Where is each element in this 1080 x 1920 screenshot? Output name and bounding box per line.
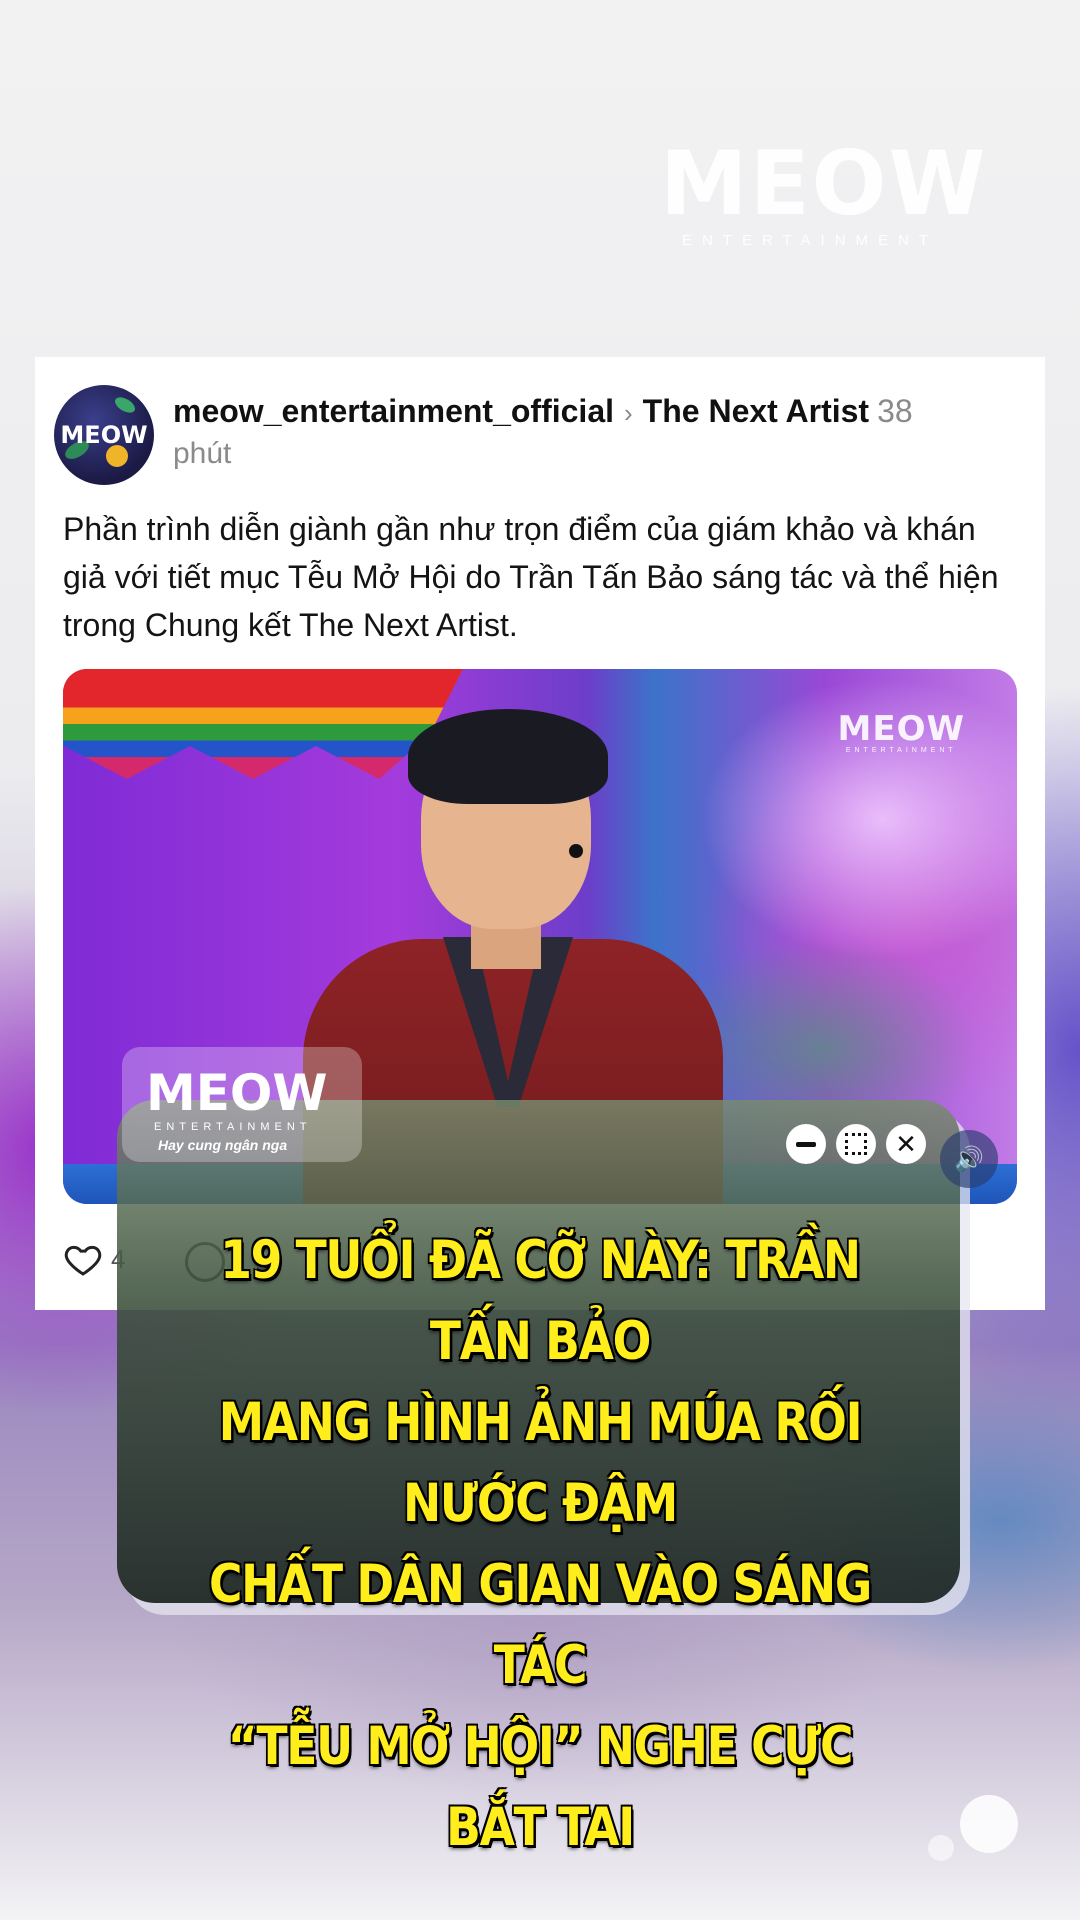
decorative-bubble (960, 1795, 1018, 1853)
overlay-lyric: Hay cung ngân nga (158, 1137, 288, 1153)
decorative-bubble (928, 1835, 954, 1861)
channel-link[interactable]: The Next Artist (643, 393, 869, 429)
headset-mic (569, 844, 583, 858)
avatar[interactable]: MEOW (54, 385, 154, 485)
speaker-icon[interactable]: 🔊 (940, 1130, 998, 1188)
overlay-logo-sub: ENTERTAINMENT (154, 1121, 312, 1133)
post-caption: Phần trình diễn giành gần như trọn điểm … (63, 511, 999, 643)
close-icon[interactable]: ✕ (886, 1124, 926, 1164)
brand-watermark: MEOW ENTERTAINMENT (660, 132, 988, 250)
headline-line-1: 19 TUỔI ĐÃ CỠ NÀY: TRẦN TẤN BẢO (220, 1230, 861, 1372)
avatar-text: MEOW (60, 421, 148, 449)
headline-line-2: MANG HÌNH ẢNH MÚA RỐI NƯỚC ĐẬM (218, 1392, 863, 1534)
video-logo-word: MEOW (837, 709, 965, 749)
overlay-logo-word: MEOW (146, 1064, 328, 1122)
overlay-logo: MEOW ENTERTAINMENT Hay cung ngân nga (122, 1047, 362, 1162)
video-logo-sub: ENTERTAINMENT (845, 747, 957, 754)
brand-logo-sub: ENTERTAINMENT (681, 232, 939, 249)
chevron-right-icon: › (624, 398, 633, 428)
username-link[interactable]: meow_entertainment_official (173, 393, 614, 429)
brand-logo-word: MEOW (660, 132, 988, 235)
video-watermark: MEOW ENTERTAINMENT (838, 711, 965, 754)
minimize-icon[interactable] (786, 1124, 826, 1164)
post-time-number: 38 (877, 393, 913, 429)
maximize-icon[interactable] (836, 1124, 876, 1164)
headline-line-4: “TỄU MỞ HỘI” NGHE CỰC BẮT TAI (227, 1716, 854, 1858)
headline-line-3: CHẤT DÂN GIAN VÀO SÁNG TÁC (209, 1554, 872, 1696)
post-time-unit: phút (173, 437, 232, 470)
post-header: meow_entertainment_official › The Next Art… (173, 389, 913, 435)
headline-text: 19 TUỔI ĐÃ CỠ NÀY: TRẦN TẤN BẢO MANG HÌN… (187, 1220, 892, 1868)
stage-flag-decoration (63, 669, 463, 779)
heart-icon[interactable] (63, 1239, 103, 1279)
